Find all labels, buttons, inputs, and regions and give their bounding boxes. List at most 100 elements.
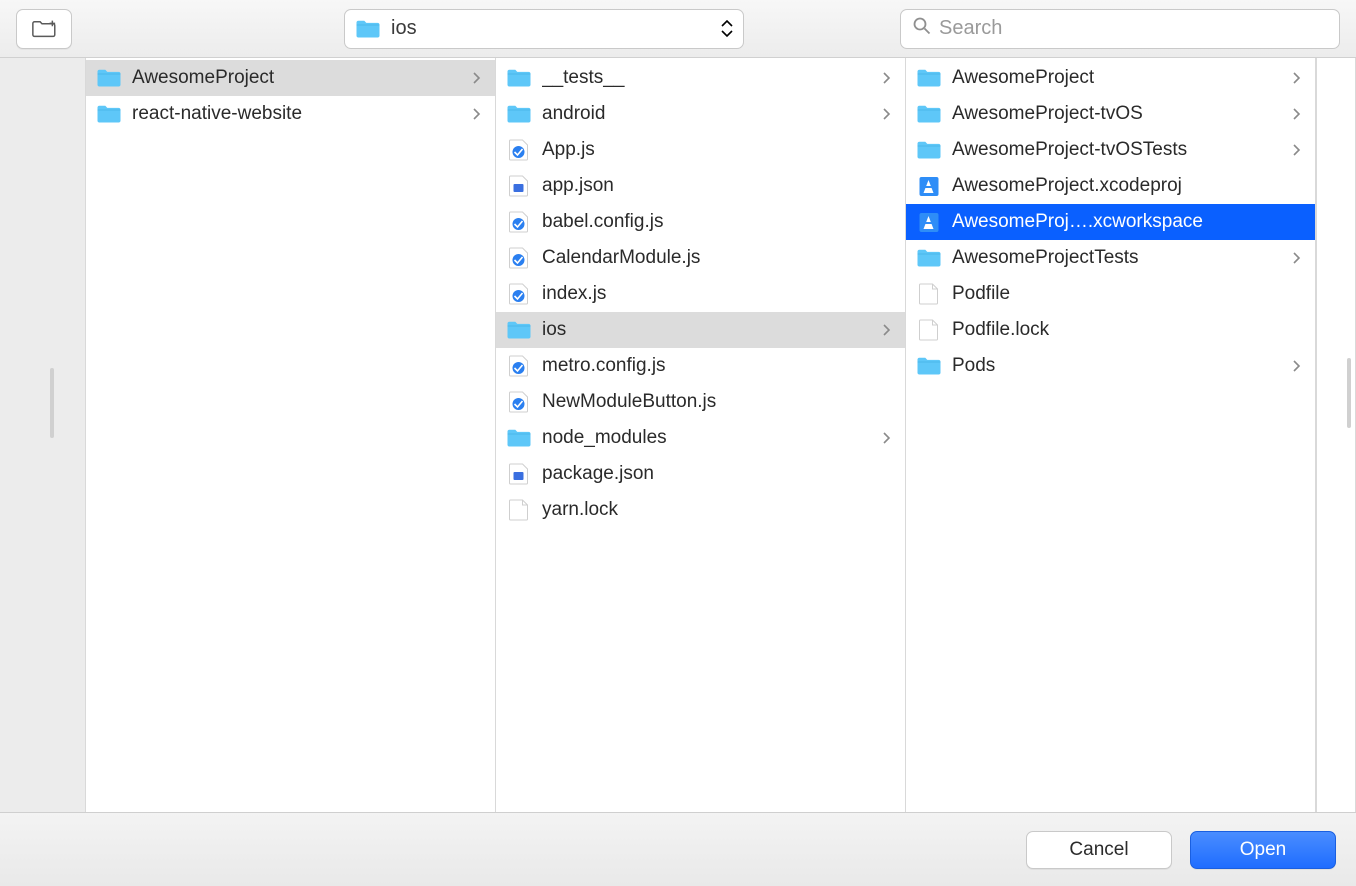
open-button[interactable]: Open (1190, 831, 1336, 869)
folder-icon (506, 67, 532, 89)
sidebar-gutter (2, 58, 86, 812)
chevron-right-icon (1293, 72, 1305, 84)
file-name: AwesomeProject-tvOSTests (952, 139, 1283, 161)
json-icon (506, 463, 532, 485)
chevron-right-icon (883, 72, 895, 84)
file-row[interactable]: metro.config.js (496, 348, 905, 384)
folder-icon (916, 67, 942, 89)
file-name: NewModuleButton.js (542, 391, 873, 413)
file-icon (916, 283, 942, 305)
file-row[interactable]: index.js (496, 276, 905, 312)
file-name: AwesomeProject-tvOS (952, 103, 1283, 125)
folder-icon (506, 103, 532, 125)
folder-icon (916, 139, 942, 161)
chevron-right-icon (883, 324, 895, 336)
file-name: AwesomeProject (952, 67, 1283, 89)
chevron-right-icon (1293, 144, 1305, 156)
file-row[interactable]: AwesomeProject.xcodeproj (906, 168, 1315, 204)
file-row[interactable]: yarn.lock (496, 492, 905, 528)
folder-icon (506, 319, 532, 341)
file-name: node_modules (542, 427, 873, 449)
xcode-icon (916, 175, 942, 197)
file-row[interactable]: __tests__ (496, 60, 905, 96)
file-name: android (542, 103, 873, 125)
preview-gutter (1316, 58, 1356, 812)
js-icon (506, 355, 532, 377)
cancel-button[interactable]: Cancel (1026, 831, 1172, 869)
path-popup[interactable]: ios (344, 9, 744, 49)
file-row[interactable]: AwesomeProject-tvOS (906, 96, 1315, 132)
file-name: __tests__ (542, 67, 873, 89)
file-name: AwesomeProj….xcworkspace (952, 211, 1283, 233)
file-row[interactable]: CalendarModule.js (496, 240, 905, 276)
file-name: CalendarModule.js (542, 247, 873, 269)
file-row[interactable]: AwesomeProj….xcworkspace (906, 204, 1315, 240)
file-name: AwesomeProjectTests (952, 247, 1283, 269)
file-name: index.js (542, 283, 873, 305)
file-row[interactable]: app.json (496, 168, 905, 204)
file-row[interactable]: package.json (496, 456, 905, 492)
path-stepper-icon (721, 20, 733, 38)
folder-icon (506, 427, 532, 449)
chevron-right-icon (1293, 108, 1305, 120)
chevron-right-icon (473, 72, 485, 84)
js-icon (506, 139, 532, 161)
file-icon (916, 319, 942, 341)
file-name: Podfile.lock (952, 319, 1283, 341)
file-icon (506, 499, 532, 521)
search-input[interactable] (939, 17, 1327, 40)
file-name: AwesomeProject.xcodeproj (952, 175, 1283, 197)
file-row[interactable]: react-native-website (86, 96, 495, 132)
file-row[interactable]: node_modules (496, 420, 905, 456)
file-row[interactable]: AwesomeProject (906, 60, 1315, 96)
column-2[interactable]: AwesomeProject AwesomeProject-tvOS Awesome… (906, 58, 1316, 812)
js-icon (506, 211, 532, 233)
file-row[interactable]: Podfile.lock (906, 312, 1315, 348)
folder-icon (916, 247, 942, 269)
file-name: react-native-website (132, 103, 463, 125)
chevron-right-icon (1293, 252, 1305, 264)
column-1[interactable]: __tests__android App.js app.json babel.conf… (496, 58, 906, 812)
file-name: metro.config.js (542, 355, 873, 377)
folder-icon (355, 18, 381, 40)
file-row[interactable]: Pods (906, 348, 1315, 384)
file-name: Pods (952, 355, 1283, 377)
file-row[interactable]: android (496, 96, 905, 132)
chevron-right-icon (1293, 360, 1305, 372)
file-name: yarn.lock (542, 499, 873, 521)
file-row[interactable]: AwesomeProjectTests (906, 240, 1315, 276)
file-name: Podfile (952, 283, 1283, 305)
file-name: ios (542, 319, 873, 341)
search-icon (913, 17, 931, 41)
folder-icon (916, 103, 942, 125)
new-folder-button[interactable] (16, 9, 72, 49)
file-name: app.json (542, 175, 873, 197)
json-icon (506, 175, 532, 197)
folder-icon (96, 67, 122, 89)
file-row[interactable]: AwesomeProject-tvOSTests (906, 132, 1315, 168)
column-0[interactable]: AwesomeProject react-native-website (86, 58, 496, 812)
file-name: App.js (542, 139, 873, 161)
search-box[interactable] (900, 9, 1340, 49)
chevron-right-icon (883, 108, 895, 120)
file-row[interactable]: NewModuleButton.js (496, 384, 905, 420)
chevron-right-icon (473, 108, 485, 120)
file-row[interactable]: ios (496, 312, 905, 348)
toolbar: ios (0, 0, 1356, 58)
js-icon (506, 283, 532, 305)
file-row[interactable]: App.js (496, 132, 905, 168)
file-name: babel.config.js (542, 211, 873, 233)
file-row[interactable]: babel.config.js (496, 204, 905, 240)
file-row[interactable]: AwesomeProject (86, 60, 495, 96)
folder-icon (916, 355, 942, 377)
file-name: package.json (542, 463, 873, 485)
js-icon (506, 247, 532, 269)
bottom-bar: Cancel Open (0, 812, 1356, 886)
current-folder-label: ios (391, 17, 711, 40)
new-folder-icon (31, 18, 57, 40)
file-name: AwesomeProject (132, 67, 463, 89)
chevron-right-icon (883, 432, 895, 444)
js-icon (506, 391, 532, 413)
column-browser: AwesomeProject react-native-website __tes… (2, 58, 1356, 812)
file-row[interactable]: Podfile (906, 276, 1315, 312)
